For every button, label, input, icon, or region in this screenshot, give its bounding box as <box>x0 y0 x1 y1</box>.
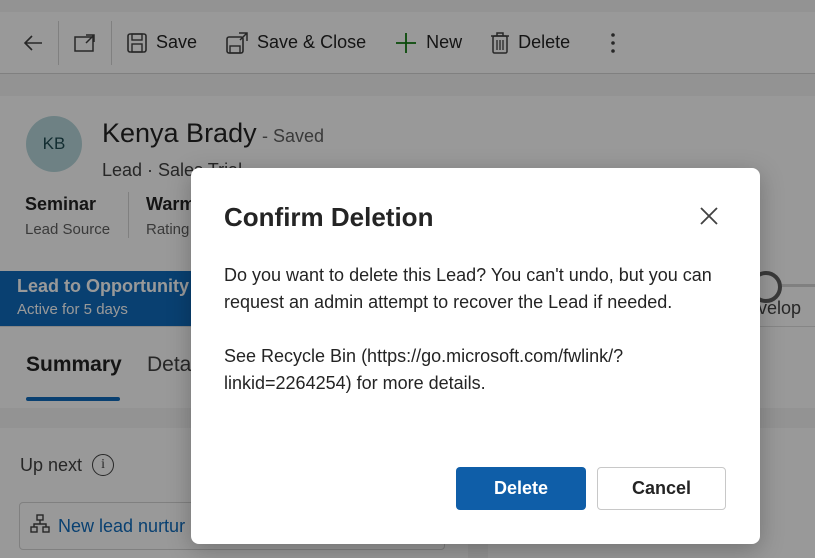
cancel-button[interactable]: Cancel <box>597 467 726 510</box>
close-button[interactable] <box>697 204 721 228</box>
close-icon <box>700 207 718 225</box>
dialog-message-text: Do you want to delete this Lead? You can… <box>224 265 712 312</box>
dialog-message: Do you want to delete this Lead? You can… <box>224 262 724 397</box>
dialog-recycle-bin-text: See Recycle Bin (https://go.microsoft.co… <box>224 346 624 393</box>
confirm-deletion-dialog: Confirm Deletion Do you want to delete t… <box>191 168 760 544</box>
confirm-delete-button[interactable]: Delete <box>456 467 586 510</box>
dialog-title: Confirm Deletion <box>224 202 434 232</box>
